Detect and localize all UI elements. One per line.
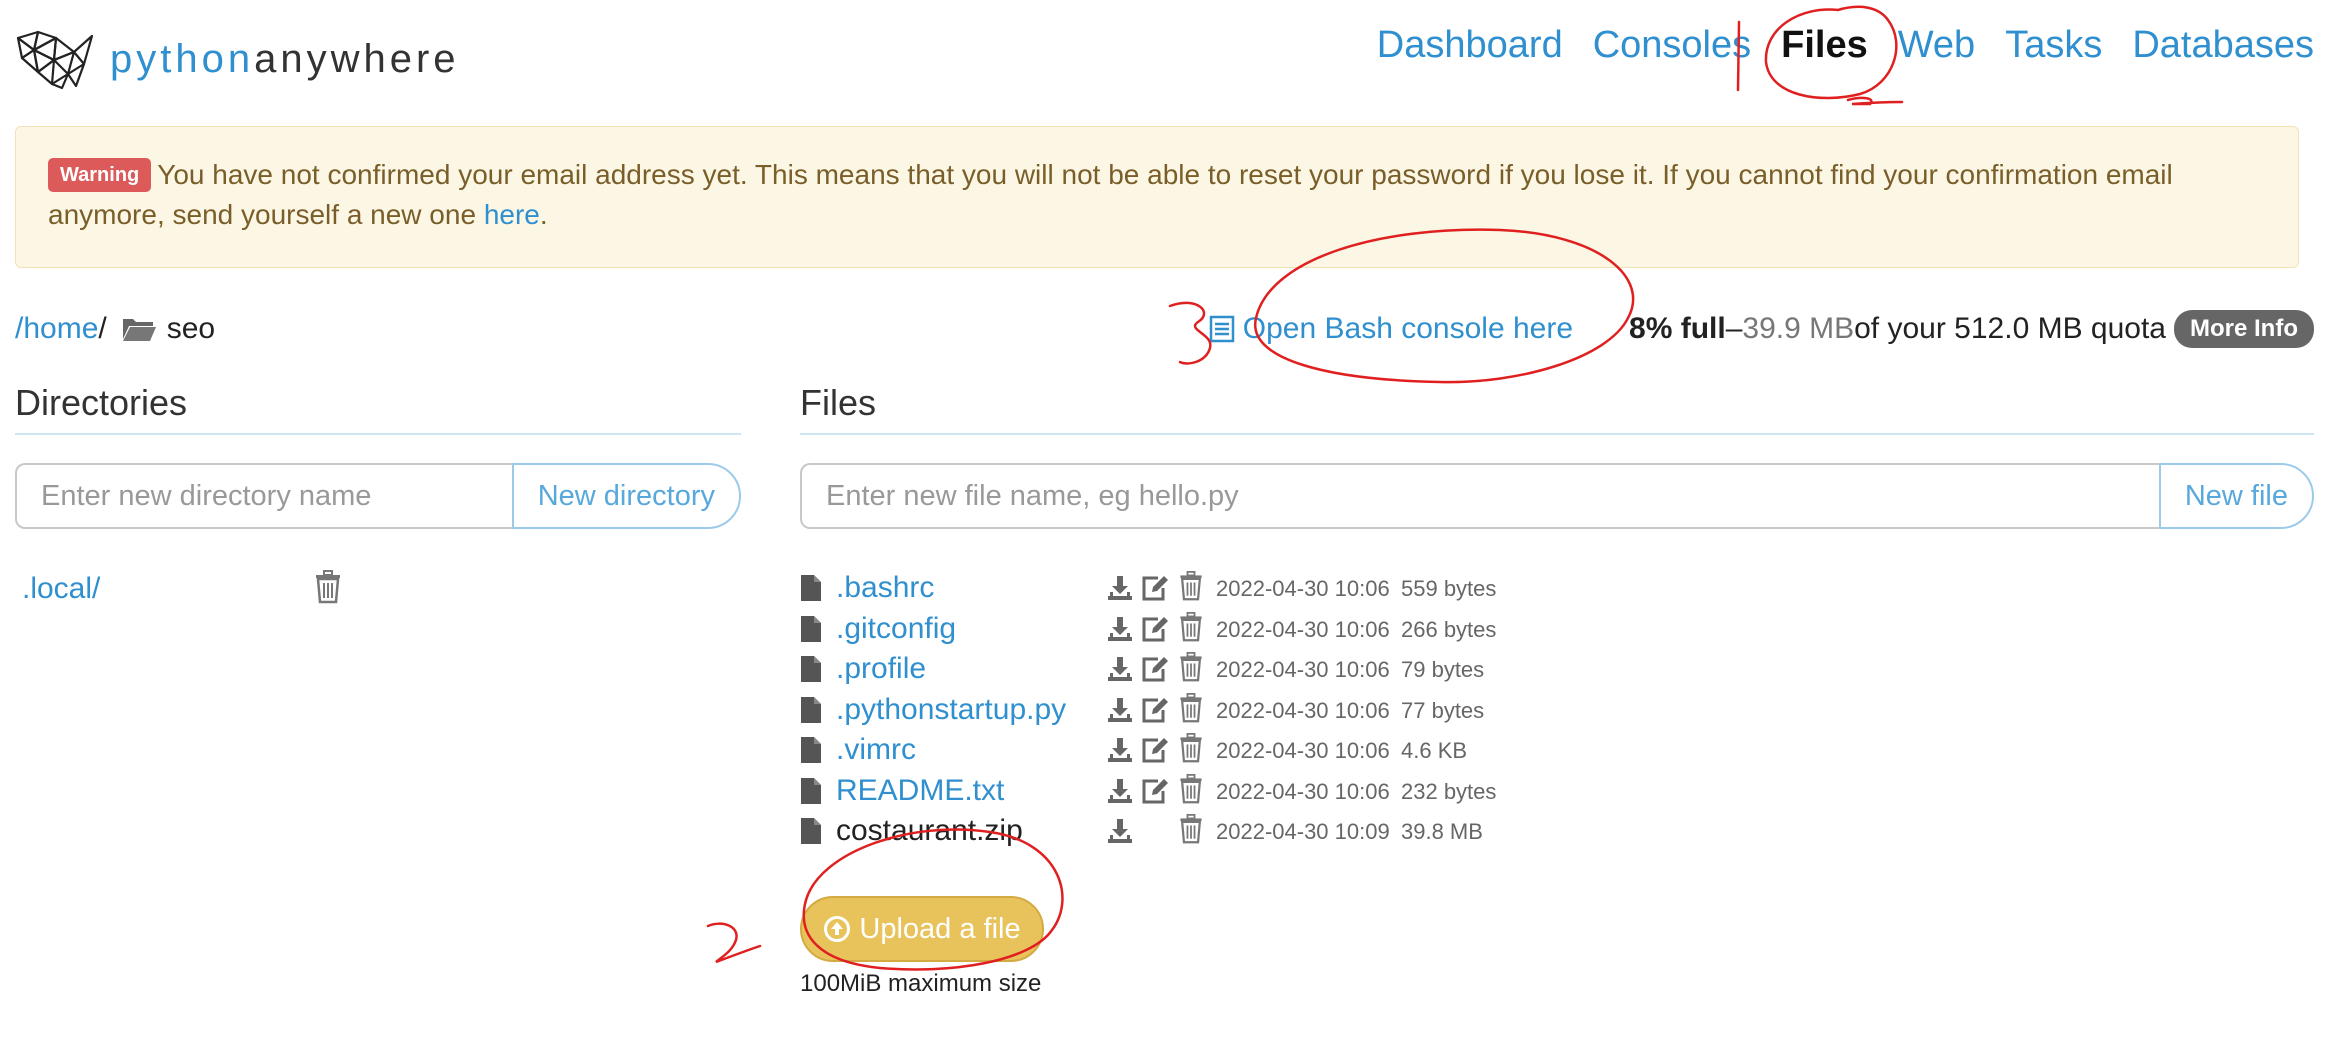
download-icon[interactable] xyxy=(1106,615,1134,648)
file-size: 39.8 MB xyxy=(1401,819,1483,844)
list-icon xyxy=(1209,315,1235,343)
file-size: 232 bytes xyxy=(1401,778,1497,804)
file-date: 2022-04-30 10:06 xyxy=(1216,657,1390,682)
open-bash-console-label: Open Bash console here xyxy=(1242,312,1574,345)
directories-heading: Directories xyxy=(15,382,188,423)
file-date: 2022-04-30 10:06 xyxy=(1216,576,1390,601)
file-icon xyxy=(800,655,822,688)
file-icon xyxy=(800,574,822,607)
file-size: 79 bytes xyxy=(1401,657,1485,682)
annotation-number-1 xyxy=(1846,96,1904,106)
breadcrumb-separator: / xyxy=(98,312,107,345)
annotation-number-2 xyxy=(706,922,762,964)
file-icon xyxy=(800,777,822,810)
trash-icon[interactable] xyxy=(1178,692,1204,728)
edit-icon[interactable] xyxy=(1140,574,1170,607)
file-name[interactable]: .vimrc xyxy=(836,732,916,768)
breadcrumb: /home / seo xyxy=(15,312,215,346)
file-date: 2022-04-30 10:06 xyxy=(1216,738,1390,763)
logo[interactable]: pythonanywhere xyxy=(14,28,460,90)
open-bash-console-link[interactable]: Open Bash console here xyxy=(1209,312,1573,346)
file-name[interactable]: .profile xyxy=(836,651,926,687)
resend-email-link[interactable]: here xyxy=(484,199,540,230)
warning-text: You have not confirmed your email addres… xyxy=(48,159,2173,230)
directories-divider xyxy=(15,433,741,435)
file-date: 2022-04-30 10:09 xyxy=(1216,819,1390,844)
trash-icon[interactable] xyxy=(1178,652,1204,687)
edit-icon[interactable] xyxy=(1140,696,1170,729)
download-icon[interactable] xyxy=(1106,736,1134,769)
new-file-form: Enter new file name, eg hello.py New fil… xyxy=(800,463,2314,529)
edit-icon[interactable] xyxy=(1140,777,1170,810)
file-size: 4.6 KB xyxy=(1401,738,1468,763)
file-name: costaurant.zip xyxy=(836,814,1023,847)
download-icon[interactable] xyxy=(1106,777,1134,810)
new-directory-input[interactable]: Enter new directory name xyxy=(15,463,512,529)
file-icon xyxy=(800,817,822,850)
more-info-badge[interactable]: More Info xyxy=(2174,310,2314,348)
trash-icon[interactable] xyxy=(1178,814,1204,849)
trash-icon[interactable] xyxy=(1178,571,1204,606)
breadcrumb-home-link[interactable]: /home xyxy=(15,312,98,346)
file-name[interactable]: .bashrc xyxy=(836,570,934,606)
upload-circle-icon xyxy=(824,916,851,942)
file-icon xyxy=(800,736,822,769)
file-size: 266 bytes xyxy=(1401,616,1497,642)
files-divider xyxy=(800,433,2314,435)
edit-icon[interactable] xyxy=(1140,655,1170,688)
trash-icon[interactable] xyxy=(314,570,342,604)
new-file-button[interactable]: New file xyxy=(2158,463,2314,529)
quota-used: 39.9 MB xyxy=(1742,312,1855,345)
file-size: 77 bytes xyxy=(1401,697,1485,723)
annotation-number-3 xyxy=(1168,301,1212,365)
warning-suffix: . xyxy=(539,199,548,230)
directory-link-local[interactable]: .local/ xyxy=(22,572,100,606)
file-name[interactable]: .gitconfig xyxy=(836,611,956,647)
email-warning-alert: Warning You have not confirmed your email… xyxy=(15,126,2299,268)
breadcrumb-current: seo xyxy=(166,312,216,345)
files-heading: Files xyxy=(800,382,877,423)
new-file-input[interactable]: Enter new file name, eg hello.py xyxy=(800,463,2159,529)
file-name[interactable]: README.txt xyxy=(836,773,1004,809)
upload-file-button[interactable]: Upload a file xyxy=(800,896,1044,962)
quota-total: of your 512.0 MB quota xyxy=(1854,312,2166,345)
edit-icon[interactable] xyxy=(1140,615,1170,648)
warning-badge: Warning xyxy=(48,158,152,192)
edit-icon[interactable] xyxy=(1140,736,1170,769)
trash-icon[interactable] xyxy=(1178,733,1204,768)
trash-icon[interactable] xyxy=(1178,773,1204,809)
trash-icon[interactable] xyxy=(1178,611,1204,647)
quota-dash: – xyxy=(1725,312,1743,345)
file-size: 559 bytes xyxy=(1401,576,1497,601)
file-date: 2022-04-30 10:06 xyxy=(1216,697,1390,723)
upload-file-label: Upload a file xyxy=(859,912,1021,945)
file-name[interactable]: .pythonstartup.py xyxy=(836,692,1066,728)
top-nav: Dashboard Consoles Files Web Tasks Datab… xyxy=(1377,24,2314,67)
file-date: 2022-04-30 10:06 xyxy=(1216,778,1390,804)
nav-dashboard[interactable]: Dashboard xyxy=(1377,24,1563,67)
new-directory-button[interactable]: New directory xyxy=(511,463,741,529)
nav-consoles[interactable]: Consoles xyxy=(1593,24,1751,67)
brand-name: pythonanywhere xyxy=(110,37,460,81)
download-icon[interactable] xyxy=(1106,655,1134,688)
nav-databases[interactable]: Databases xyxy=(2132,24,2314,67)
upload-size-note: 100MiB maximum size xyxy=(800,970,1042,997)
download-icon[interactable] xyxy=(1106,574,1134,607)
file-icon xyxy=(800,696,822,729)
quota-row: Open Bash console here 8% full – 39.9 MB… xyxy=(1209,310,2314,348)
nav-files[interactable]: Files xyxy=(1781,24,1868,67)
new-directory-form: Enter new directory name New directory xyxy=(15,463,741,529)
quota-percent: 8% full xyxy=(1629,312,1726,345)
file-icon xyxy=(800,615,822,648)
nav-tasks[interactable]: Tasks xyxy=(2005,24,2102,67)
pythonanywhere-logo-icon xyxy=(16,30,94,90)
file-date: 2022-04-30 10:06 xyxy=(1216,616,1390,642)
download-icon[interactable] xyxy=(1106,696,1134,729)
download-icon[interactable] xyxy=(1106,817,1134,850)
folder-open-icon xyxy=(122,319,156,341)
nav-web[interactable]: Web xyxy=(1898,24,1975,67)
